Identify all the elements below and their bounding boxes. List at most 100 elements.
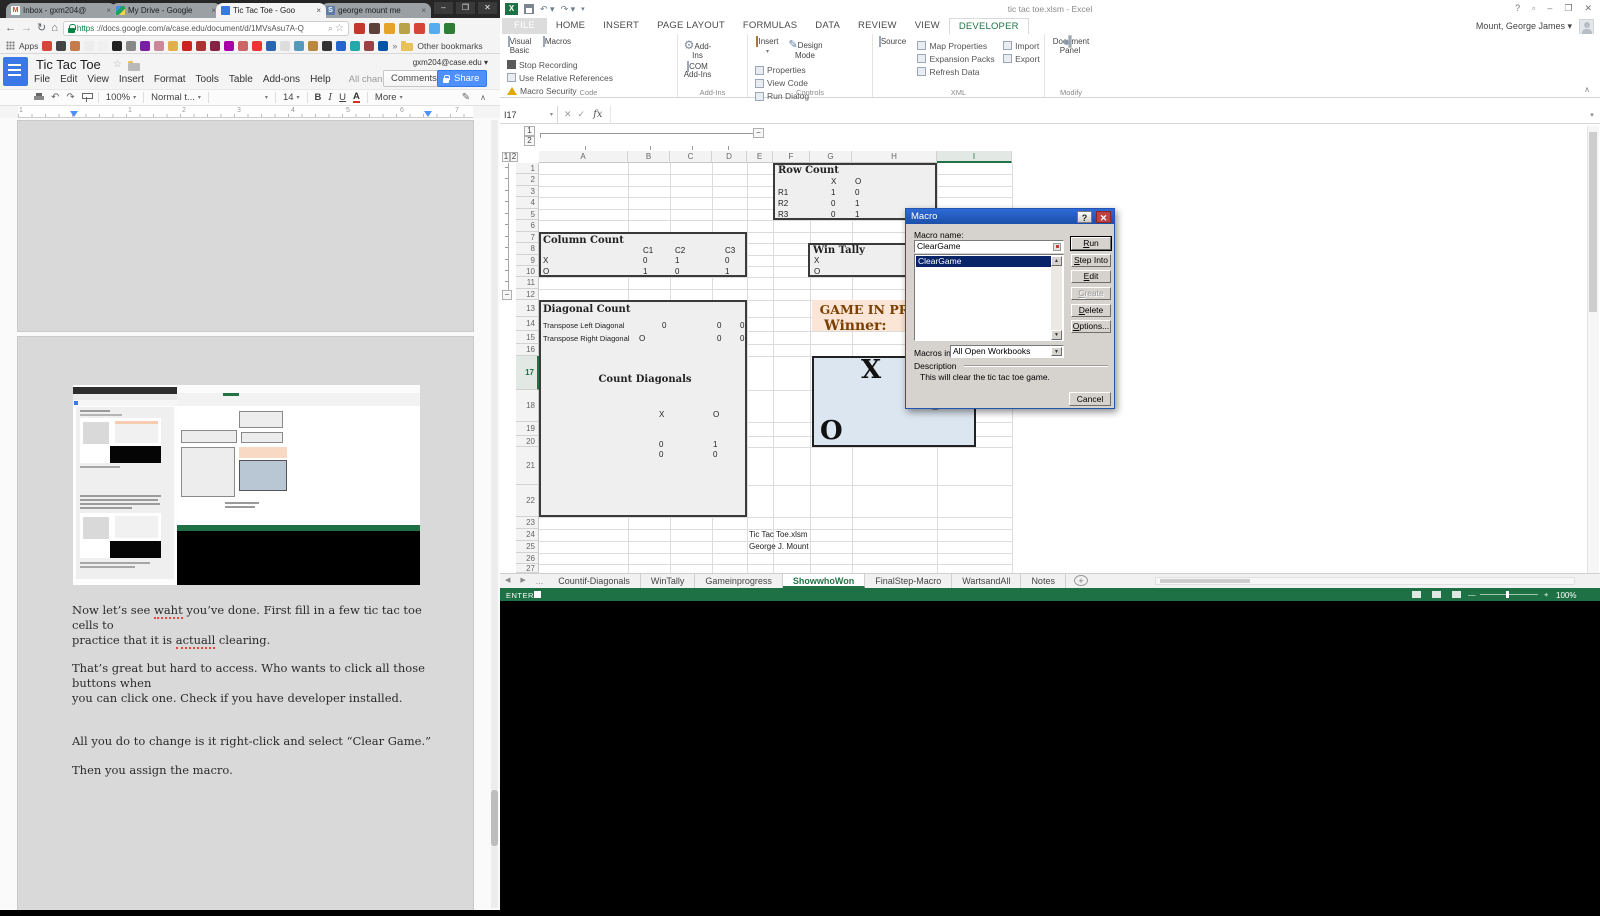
import-button[interactable]: Import — [1003, 39, 1040, 52]
cell-value[interactable]: 1 — [675, 256, 679, 265]
reload-icon[interactable]: ↻ — [37, 23, 46, 34]
extension-icon[interactable] — [444, 23, 455, 34]
row-outline-level-2[interactable]: 2 — [510, 152, 518, 162]
bookmark-favicon[interactable] — [112, 41, 122, 51]
bookmark-favicon[interactable] — [140, 41, 150, 51]
paragraph[interactable]: All you do to change is it right-click a… — [72, 734, 438, 749]
print-icon[interactable] — [34, 93, 44, 102]
more-button[interactable]: More▾ — [375, 92, 403, 103]
bookmark-favicon[interactable] — [70, 41, 80, 51]
ribbon-tab-home[interactable]: HOME — [547, 18, 594, 34]
col-header[interactable]: C3 — [725, 246, 735, 255]
row-header-13[interactable]: 13 — [516, 300, 539, 317]
avatar[interactable] — [1579, 19, 1594, 35]
column-header-D[interactable]: D — [712, 151, 747, 163]
map-properties-button[interactable]: Map Properties — [917, 39, 994, 52]
maximize-button[interactable]: ❐ — [456, 2, 475, 14]
collapse-menus-icon[interactable]: ∧ — [480, 93, 486, 102]
document-panel-button[interactable]: Document Panel — [1048, 36, 1092, 55]
collapse-ribbon-icon[interactable]: ∧ — [1584, 85, 1590, 94]
back-icon[interactable]: ← — [5, 23, 16, 34]
stop-recording-status-icon[interactable] — [534, 591, 541, 598]
row-header-17[interactable]: 17 — [516, 356, 539, 390]
paragraph[interactable]: Then you assign the macro. — [72, 763, 438, 778]
visual-basic-button[interactable]: Visual Basic — [503, 36, 536, 55]
bookmark-favicon[interactable] — [238, 41, 248, 51]
extension-icon[interactable] — [369, 23, 380, 34]
row-label[interactable]: R1 — [778, 188, 788, 197]
zoom-in-icon[interactable]: + — [1544, 590, 1548, 599]
bookmark-favicon[interactable] — [84, 41, 94, 51]
row-label[interactable]: O — [543, 267, 549, 276]
restore-button[interactable]: ❐ — [1564, 3, 1572, 14]
column-header-C[interactable]: C — [670, 151, 712, 163]
tab-close-icon[interactable]: × — [421, 6, 426, 15]
edit-mode-icon[interactable]: ✎ — [462, 92, 470, 103]
font-size-select[interactable]: 14▾ — [283, 92, 300, 103]
author-cell[interactable]: George J. Mount — [749, 542, 809, 551]
share-button[interactable]: Share — [437, 70, 487, 87]
cell-value[interactable]: 0 — [725, 256, 729, 265]
menu-item-insert[interactable]: Insert — [119, 74, 144, 85]
menu-item-view[interactable]: View — [87, 74, 109, 85]
new-sheet-button[interactable]: + — [1074, 575, 1088, 586]
sheet-scroll-left-icon[interactable]: ◀ — [500, 574, 515, 588]
fx-icon[interactable]: fx — [593, 109, 602, 120]
zoom-slider[interactable] — [1480, 594, 1538, 595]
extension-icon[interactable] — [384, 23, 395, 34]
account-email[interactable]: gxm204@case.edu ▾ — [413, 58, 488, 67]
other-bookmarks[interactable]: Other bookmarks — [417, 41, 482, 51]
font-select[interactable]: ▾ — [216, 94, 268, 101]
bookmark-favicon[interactable] — [322, 41, 332, 51]
page-layout-view-icon[interactable] — [1432, 591, 1441, 598]
browser-tab[interactable]: Sgeorge mount me× — [321, 3, 431, 18]
underline-button[interactable]: U — [339, 92, 346, 103]
cell-value[interactable]: 0 — [717, 321, 721, 330]
bookmark-favicon[interactable] — [182, 41, 192, 51]
bookmark-favicon[interactable] — [168, 41, 178, 51]
cell-value[interactable]: X — [659, 410, 664, 419]
source-button[interactable]: Source — [876, 36, 909, 47]
cell-value[interactable]: 0 — [659, 440, 663, 449]
com-add-ins-button[interactable]: COM Add-Ins — [681, 61, 714, 80]
row-header-25[interactable]: 25 — [516, 541, 539, 553]
cell-value[interactable]: 1 — [831, 188, 835, 197]
macro-list[interactable]: ▲ ▼ ClearGame — [914, 254, 1064, 341]
cell-value[interactable]: 1 — [855, 199, 859, 208]
dialog-button-run[interactable]: Run — [1071, 237, 1111, 250]
bookmark-favicon[interactable] — [378, 41, 388, 51]
cell-value[interactable]: 0 — [662, 321, 666, 330]
dialog-button-options-[interactable]: Options... — [1071, 320, 1111, 333]
design-mode-button[interactable]: ✎Design Mode — [788, 36, 821, 61]
undo-icon[interactable]: ↶ — [51, 92, 59, 103]
row-label[interactable]: Transpose Right Diagonal — [543, 334, 629, 343]
properties-button[interactable]: Properties — [755, 64, 809, 77]
cell-value[interactable]: 1 — [855, 210, 859, 219]
col-x-header[interactable]: X — [831, 177, 836, 186]
paragraph[interactable]: Now let’s see waht you’ve done. First fi… — [72, 603, 438, 648]
bookmarks-overflow[interactable]: » — [392, 41, 397, 51]
bookmark-favicon[interactable] — [210, 41, 220, 51]
column-header-I[interactable]: I — [937, 151, 1012, 163]
row-header-18[interactable]: 18 — [516, 390, 539, 422]
bookmark-favicon[interactable] — [280, 41, 290, 51]
document-title[interactable]: Tic Tac Toe — [36, 57, 101, 72]
normal-view-icon[interactable] — [1412, 591, 1421, 598]
cell-value[interactable]: 0 — [740, 334, 744, 343]
cell-value[interactable]: 0 — [717, 334, 721, 343]
zoom-slider-thumb[interactable] — [1506, 591, 1509, 598]
row-header-8[interactable]: 8 — [516, 243, 539, 255]
ribbon-tab-view[interactable]: VIEW — [906, 18, 949, 34]
cancel-entry-icon[interactable]: ✕ — [564, 109, 572, 120]
insert-control-button[interactable]: Insert▾ — [751, 36, 784, 56]
redo-icon[interactable]: ↷ — [66, 92, 74, 103]
sheet-tab-notes[interactable]: Notes — [1021, 574, 1066, 588]
column-header-E[interactable]: E — [747, 151, 773, 163]
list-scrollbar[interactable]: ▲ ▼ — [1051, 256, 1062, 340]
column-header-A[interactable]: A — [539, 151, 628, 163]
dialog-close-button[interactable]: ✕ — [1096, 211, 1111, 223]
bookmark-favicon[interactable] — [126, 41, 136, 51]
use-relative-references-button[interactable]: Use Relative References — [507, 71, 613, 84]
zoom-select[interactable]: 100%▾ — [106, 92, 136, 103]
browser-tab[interactable]: My Drive - Google× — [111, 3, 221, 18]
